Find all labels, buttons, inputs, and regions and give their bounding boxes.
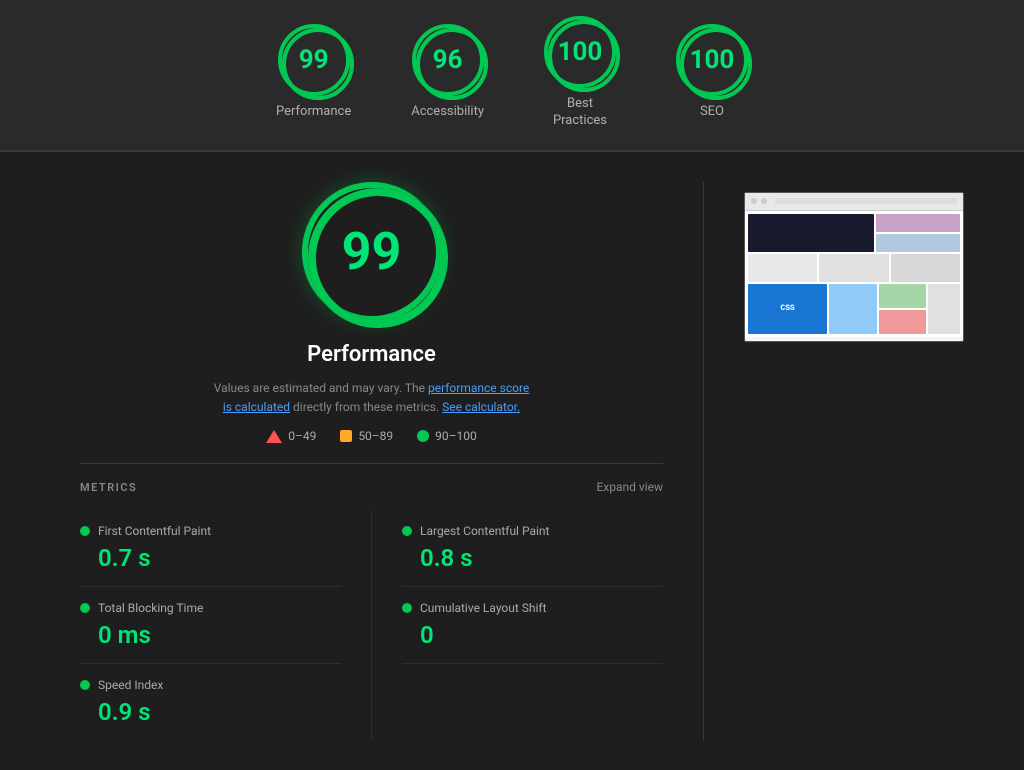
- green-dot-icon: [417, 430, 429, 442]
- metric-fcp-dot: [80, 526, 90, 536]
- metric-cls-name: Cumulative Layout Shift: [402, 601, 663, 615]
- metric-tbt-label: Total Blocking Time: [98, 601, 203, 615]
- metrics-left-col: First Contentful Paint 0.7 s Total Block…: [80, 510, 372, 740]
- metrics-right-col: Largest Contentful Paint 0.8 s Cumulativ…: [372, 510, 663, 740]
- metric-lcp: Largest Contentful Paint 0.8 s: [402, 510, 663, 587]
- score-centered: 99 Performance Values are estimated and …: [80, 182, 663, 443]
- preview-lightblue: [829, 284, 877, 334]
- metrics-grid: First Contentful Paint 0.7 s Total Block…: [80, 510, 663, 740]
- legend-orange-label: 50–89: [358, 429, 393, 443]
- big-score-circle: 99: [302, 182, 442, 322]
- score-value-best-practices: 100: [558, 37, 603, 67]
- score-circle-performance: 99: [278, 24, 350, 96]
- score-item-accessibility[interactable]: 96 Accessibility: [411, 24, 484, 121]
- score-item-best-practices[interactable]: 100 BestPractices: [544, 16, 616, 130]
- preview-browser-bar: [745, 193, 963, 211]
- preview-row-2: [748, 254, 960, 282]
- metric-cls: Cumulative Layout Shift 0: [402, 587, 663, 664]
- top-score-bar: 99 Performance 96 Accessibility 100 Best…: [0, 0, 1024, 151]
- legend-green: 90–100: [417, 429, 477, 443]
- legend-orange: 50–89: [340, 429, 393, 443]
- big-score-value: 99: [342, 221, 402, 282]
- main-content: 99 Performance Values are estimated and …: [0, 152, 1024, 770]
- metric-tbt-dot: [80, 603, 90, 613]
- preview-pink-block: [876, 214, 960, 232]
- score-value-seo: 100: [690, 45, 735, 75]
- vertical-divider: [703, 182, 704, 740]
- legend-red: 0–49: [266, 429, 316, 443]
- metric-fcp: First Contentful Paint 0.7 s: [80, 510, 341, 587]
- preview-url-bar: [775, 198, 957, 204]
- metric-fcp-value: 0.7 s: [80, 544, 341, 572]
- metric-lcp-value: 0.8 s: [402, 544, 663, 572]
- right-panel: CSS: [744, 182, 964, 740]
- metric-cls-label: Cumulative Layout Shift: [420, 601, 547, 615]
- preview-dot-2: [761, 198, 767, 204]
- website-preview: CSS: [744, 192, 964, 342]
- calculator-link[interactable]: See calculator.: [442, 400, 520, 414]
- score-value-accessibility: 96: [433, 45, 463, 75]
- preview-gray-1: [748, 254, 817, 282]
- preview-dark-block: [748, 214, 874, 252]
- score-label-best-practices: BestPractices: [553, 96, 607, 130]
- metrics-title: METRICS: [80, 481, 137, 494]
- metric-cls-value: 0: [402, 621, 663, 649]
- score-item-seo[interactable]: 100 SEO: [676, 24, 748, 121]
- metric-lcp-name: Largest Contentful Paint: [402, 524, 663, 538]
- score-label-accessibility: Accessibility: [411, 104, 484, 121]
- score-label-seo: SEO: [700, 104, 724, 121]
- metric-lcp-dot: [402, 526, 412, 536]
- preview-row-3: CSS: [748, 284, 960, 334]
- preview-right-col-2: [879, 284, 927, 334]
- metric-si-label: Speed Index: [98, 678, 163, 692]
- metric-si: Speed Index 0.9 s: [80, 664, 341, 740]
- preview-css-text: CSS: [780, 304, 794, 313]
- metric-fcp-name: First Contentful Paint: [80, 524, 341, 538]
- score-label-performance: Performance: [276, 104, 351, 121]
- preview-small-gray: [928, 284, 960, 334]
- preview-dot-1: [751, 198, 757, 204]
- metric-fcp-label: First Contentful Paint: [98, 524, 211, 538]
- score-description: Values are estimated and may vary. The p…: [214, 379, 530, 417]
- preview-gray-3: [891, 254, 960, 282]
- score-circle-accessibility: 96: [412, 24, 484, 96]
- score-legend: 0–49 50–89 90–100: [266, 429, 477, 443]
- preview-blue-block: [876, 234, 960, 252]
- metric-tbt-name: Total Blocking Time: [80, 601, 341, 615]
- legend-red-label: 0–49: [288, 429, 316, 443]
- metric-si-value: 0.9 s: [80, 698, 341, 726]
- metric-tbt: Total Blocking Time 0 ms: [80, 587, 341, 664]
- score-item-performance[interactable]: 99 Performance: [276, 24, 351, 121]
- metrics-header: METRICS Expand view: [80, 464, 663, 510]
- preview-row-1: [748, 214, 960, 252]
- preview-content: CSS: [745, 211, 963, 337]
- left-panel: 99 Performance Values are estimated and …: [80, 182, 663, 740]
- preview-css-block: CSS: [748, 284, 827, 334]
- metric-cls-dot: [402, 603, 412, 613]
- preview-side-col: [876, 214, 960, 252]
- metric-tbt-value: 0 ms: [80, 621, 341, 649]
- expand-view-button[interactable]: Expand view: [596, 480, 663, 494]
- orange-square-icon: [340, 430, 352, 442]
- metric-lcp-label: Largest Contentful Paint: [420, 524, 549, 538]
- preview-red: [879, 310, 927, 334]
- score-circle-best-practices: 100: [544, 16, 616, 88]
- preview-green: [879, 284, 927, 308]
- score-value-performance: 99: [299, 45, 329, 75]
- score-circle-seo: 100: [676, 24, 748, 96]
- big-score-label: Performance: [307, 342, 436, 367]
- legend-green-label: 90–100: [435, 429, 477, 443]
- red-triangle-icon: [266, 430, 282, 443]
- metric-si-name: Speed Index: [80, 678, 341, 692]
- preview-gray-2: [819, 254, 888, 282]
- metric-si-dot: [80, 680, 90, 690]
